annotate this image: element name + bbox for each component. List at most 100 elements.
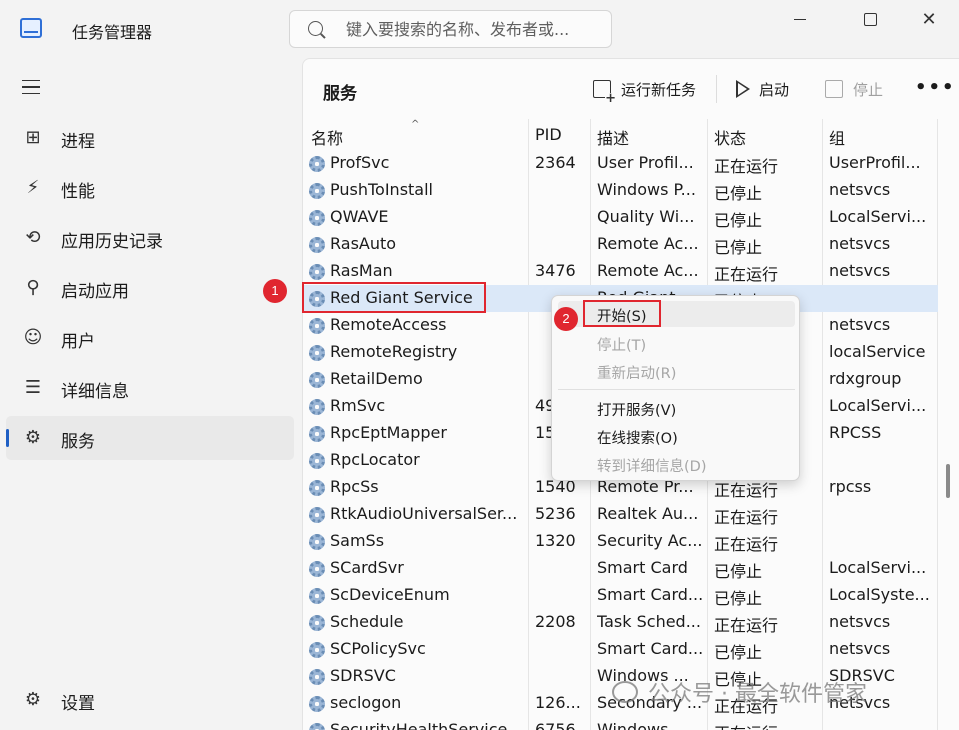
column-header-status[interactable]: 状态 (714, 125, 746, 149)
sort-arrow-icon: ^ (411, 119, 420, 130)
users-icon: ☺ (23, 327, 43, 348)
cell-desc: Windows ... (597, 720, 689, 730)
cell-name: RemoteRegistry (330, 342, 458, 361)
sidebar-item-services[interactable]: ⚙ 服务 (6, 416, 294, 460)
column-header-pid[interactable]: PID (535, 125, 562, 144)
sidebar-item-users[interactable]: ☺ 用户 (6, 316, 294, 360)
cell-group: netsvcs (829, 180, 891, 199)
title-bar: 任务管理器 ✕ (0, 0, 959, 58)
table-row[interactable]: QWAVE Quality Wi... 已停止 LocalServi... (303, 204, 938, 231)
start-service-button[interactable]: 启动 (736, 77, 789, 101)
cell-status: 已停止 (714, 589, 763, 608)
sidebar-item-label: 进程 (61, 132, 95, 152)
service-gear-icon (309, 156, 325, 172)
sidebar-item-details[interactable]: ☰ 详细信息 (6, 366, 294, 410)
table-row[interactable]: Schedule 2208 Task Sched... 正在运行 netsvcs (303, 609, 938, 636)
search-box[interactable] (289, 10, 612, 48)
cell-status: 正在运行 (714, 157, 779, 176)
cell-status: 已停止 (714, 238, 763, 257)
cell-group: netsvcs (829, 261, 891, 280)
service-gear-icon (309, 345, 325, 361)
table-row[interactable]: RasMan 3476 Remote Ac... 正在运行 netsvcs (303, 258, 938, 285)
menu-item-search-online[interactable]: 在线搜索(O) (558, 423, 795, 449)
column-header-name[interactable]: 名称 (311, 125, 343, 149)
close-button[interactable]: ✕ (909, 8, 949, 32)
cell-desc: Windows P... (597, 180, 696, 199)
cell-name: RasAuto (330, 234, 397, 253)
stop-service-button[interactable]: 停止 (825, 77, 883, 101)
startup-icon: ⚲ (26, 277, 40, 298)
more-options-button[interactable]: ••• (915, 77, 956, 98)
service-gear-icon (309, 264, 325, 280)
cell-status: 已停止 (714, 562, 763, 581)
cell-group: LocalServi... (829, 558, 927, 577)
history-icon: ⟲ (25, 227, 41, 248)
cell-desc: Remote Ac... (597, 234, 699, 253)
start-label: 启动 (759, 80, 790, 99)
table-row[interactable]: RtkAudioUniversalSer... 5236 Realtek Au...… (303, 501, 938, 528)
sidebar-item-performance[interactable]: ⚡ 性能 (6, 166, 294, 210)
cell-desc: Realtek Au... (597, 504, 699, 523)
table-row[interactable]: SCPolicySvc Smart Card... 已停止 netsvcs (303, 636, 938, 663)
menu-item-label: 重新启动(R) (597, 366, 677, 382)
cell-group: RPCSS (829, 423, 882, 442)
service-gear-icon (309, 372, 325, 388)
settings-label: 设置 (61, 694, 95, 714)
sidebar-item-processes[interactable]: ⊞ 进程 (6, 116, 294, 160)
cell-status: 正在运行 (714, 265, 779, 284)
table-row[interactable]: SecurityHealthService 6756 Windows ... 正在运行 (303, 717, 938, 730)
sidebar-item-startup-apps[interactable]: ⚲ 启动应用 (6, 266, 294, 310)
maximize-button[interactable] (850, 8, 890, 32)
cell-status: 正在运行 (714, 720, 814, 730)
search-input[interactable] (346, 17, 601, 41)
column-header-group[interactable]: 组 (829, 125, 845, 149)
service-gear-icon (309, 399, 325, 415)
app-title: 任务管理器 (72, 23, 153, 42)
menu-item-stop[interactable]: 停止(T) (558, 330, 795, 356)
cell-group: netsvcs (829, 639, 891, 658)
menu-item-go-to-details[interactable]: 转到详细信息(D) (558, 451, 795, 477)
cell-status: 正在运行 (714, 616, 779, 635)
annotation-badge-2: 2 (554, 307, 578, 331)
sidebar-item-label: 启动应用 (61, 282, 129, 302)
cell-name: RtkAudioUniversalSer... (330, 504, 518, 523)
hamburger-menu-icon[interactable] (22, 80, 40, 94)
cell-group: netsvcs (829, 315, 891, 334)
details-icon: ☰ (24, 377, 42, 398)
table-row[interactable]: RasAuto Remote Ac... 已停止 netsvcs (303, 231, 938, 258)
cell-name: ScDeviceEnum (330, 585, 450, 604)
menu-item-restart[interactable]: 重新启动(R) (558, 358, 795, 384)
processes-icon: ⊞ (25, 127, 41, 148)
table-row[interactable]: ScDeviceEnum Smart Card... 已停止 LocalSyste..… (303, 582, 938, 609)
minimize-button[interactable] (780, 8, 820, 32)
cell-group: rdxgroup (829, 369, 902, 388)
table-row[interactable]: SCardSvr Smart Card 已停止 LocalServi... (303, 555, 938, 582)
run-task-icon (593, 80, 616, 105)
menu-item-open-services[interactable]: 打开服务(V) (558, 395, 795, 421)
table-row[interactable]: ProfSvc 2364 User Profil... 正在运行 UserProfil.… (303, 150, 938, 177)
search-icon (308, 21, 323, 36)
menu-separator (558, 389, 795, 390)
column-header-description[interactable]: 描述 (597, 125, 629, 149)
service-gear-icon (309, 534, 325, 550)
cell-pid: 1320 (535, 531, 576, 550)
run-new-task-button[interactable]: 运行新任务 (593, 77, 696, 105)
cell-status: 正在运行 (714, 508, 779, 527)
stop-icon (825, 80, 843, 98)
highlight-box-service (302, 282, 486, 313)
highlight-box-start (583, 300, 661, 327)
service-gear-icon (309, 561, 325, 577)
cell-name: RmSvc (330, 396, 386, 415)
sidebar-item-settings[interactable]: ⚙ 设置 (6, 678, 294, 722)
table-row[interactable]: SamSs 1320 Security Ac... 正在运行 (303, 528, 938, 555)
sidebar-item-app-history[interactable]: ⟲ 应用历史记录 (6, 216, 294, 260)
cell-name: RpcSs (330, 477, 379, 496)
cell-name: SCardSvr (330, 558, 404, 577)
service-gear-icon (309, 507, 325, 523)
cell-status: 已停止 (714, 184, 763, 203)
scrollbar-thumb[interactable] (946, 464, 950, 498)
cell-name: RasMan (330, 261, 393, 280)
table-row[interactable]: PushToInstall Windows P... 已停止 netsvcs (303, 177, 938, 204)
service-gear-icon (309, 669, 325, 685)
service-gear-icon (309, 723, 325, 730)
